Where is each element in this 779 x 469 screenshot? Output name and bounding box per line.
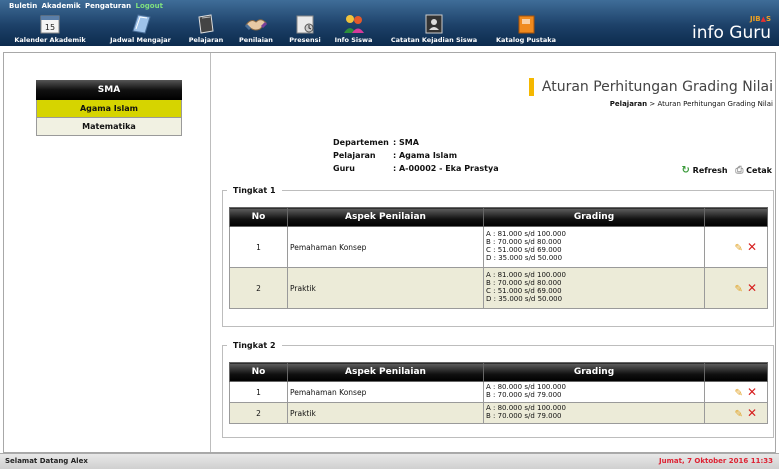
welcome-text: Selamat Datang Alex [5,457,88,465]
breadcrumb: Pelajaran > Aturan Perhitungan Grading N… [610,100,773,108]
handshake-icon [234,13,278,34]
col-actions [704,207,768,227]
table-row: 2 Praktik A : 80.000 s/d 100.000 B : 70.… [229,402,768,424]
table-row: 1 Pemahaman Konsep A : 81.000 s/d 100.00… [229,226,768,268]
col-no: No [229,207,288,227]
status-bar: Selamat Datang Alex Jumat, 7 Oktober 201… [0,453,779,469]
breadcrumb-current: Aturan Perhitungan Grading Nilai [657,100,773,108]
departemen-value: : SMA [393,138,419,147]
nav-katalog-pustaka[interactable]: Katalog Pustaka [490,13,562,46]
students-icon [331,13,376,34]
guru-label: Guru [333,164,355,173]
table-header: No Aspek Penilaian Grading [229,207,768,227]
book-icon [184,13,228,34]
grading-cell: A : 80.000 s/d 100.000 B : 70.000 s/d 79… [483,381,705,403]
guru-value: : A-00002 - Eka Prastya [393,164,499,173]
table-header: No Aspek Penilaian Grading [229,362,768,382]
delete-icon[interactable]: ✕ [747,385,757,399]
grading-cell: A : 81.000 s/d 100.000 B : 70.000 s/d 80… [483,226,705,268]
delete-icon[interactable]: ✕ [747,240,757,254]
edit-icon[interactable]: ✎ [735,243,743,254]
app-header: Buletin Akademik Pengaturan Logout 15 Ka… [0,0,779,46]
grading-table-1: No Aspek Penilaian Grading 1 Pemahaman K… [229,207,768,309]
departemen-label: Departemen [333,138,389,147]
edit-icon[interactable]: ✎ [735,388,743,399]
nav-info-siswa[interactable]: Info Siswa [331,13,376,46]
tingkat-2-section: Tingkat 2 No Aspek Penilaian Grading 1 P… [222,341,774,438]
nav-pelajaran[interactable]: Pelajaran [184,13,228,46]
delete-icon[interactable]: ✕ [747,406,757,420]
nav-penilaian[interactable]: Penilaian [234,13,278,46]
grading-cell: A : 81.000 s/d 100.000 B : 70.000 s/d 80… [483,267,705,309]
pelajaran-label: Pelajaran [333,151,376,160]
subject-menu: SMA Agama Islam Matematika [36,80,182,136]
main-frame: SMA Agama Islam Matematika Aturan Perhit… [3,52,776,453]
action-links: ↻ Refresh ⎙ Cetak [676,165,772,176]
nav-jadwal-mengajar[interactable]: Jadwal Mengajar [102,13,179,46]
date-time: Jumat, 7 Oktober 2016 11:33 [659,457,773,465]
delete-icon[interactable]: ✕ [747,281,757,295]
subject-info: Departemen : SMA Pelajaran : Agama Islam G… [333,136,499,175]
col-no: No [229,362,288,382]
refresh-icon: ↻ [681,165,690,176]
content-area: Aturan Perhitungan Grading Nilai Pelajar… [212,53,775,452]
notes-icon [384,13,484,34]
nav-presensi[interactable]: Presensi [284,13,326,46]
svg-text:15: 15 [45,23,55,32]
attendance-icon [284,13,326,34]
col-actions [704,362,768,382]
logo-jibas: JIB▲S [750,15,771,23]
table-row: 2 Praktik A : 81.000 s/d 100.000 B : 70.… [229,267,768,309]
breadcrumb-separator: > [649,100,656,108]
col-aspek: Aspek Penilaian [287,362,484,382]
tingkat-1-section: Tingkat 1 No Aspek Penilaian Grading 1 P… [222,186,774,327]
top-menu: Buletin Akademik Pengaturan Logout [9,2,165,10]
nav-catatan-kejadian-siswa[interactable]: Catatan Kejadian Siswa [384,13,484,46]
cetak-button[interactable]: ⎙ Cetak [735,165,772,176]
pelajaran-value: : Agama Islam [393,151,458,160]
menu-pengaturan[interactable]: Pengaturan [85,2,131,10]
col-grading: Grading [483,207,705,227]
table-row: 1 Pemahaman Konsep A : 80.000 s/d 100.00… [229,381,768,403]
nav-kalender-akademik[interactable]: 15 Kalender Akademik [5,13,95,46]
print-icon: ⎙ [735,165,744,176]
col-aspek: Aspek Penilaian [287,207,484,227]
tingkat-2-title: Tingkat 2 [233,341,276,350]
edit-icon[interactable]: ✎ [735,409,743,420]
department-header: SMA [36,80,182,100]
grading-table-2: No Aspek Penilaian Grading 1 Pemahaman K… [229,362,768,424]
grading-cell: A : 80.000 s/d 100.000 B : 70.000 s/d 79… [483,402,705,424]
sidebar-item-agama-islam[interactable]: Agama Islam [36,100,182,118]
breadcrumb-pelajaran[interactable]: Pelajaran [610,100,647,108]
page-title: Aturan Perhitungan Grading Nilai [528,78,773,96]
edit-icon[interactable]: ✎ [735,284,743,295]
tingkat-1-title: Tingkat 1 [233,186,276,195]
calendar-icon: 15 [5,13,95,34]
menu-buletin[interactable]: Buletin [9,2,37,10]
logo-text: info Guru [692,23,771,43]
schedule-icon [102,13,179,34]
sidebar: SMA Agama Islam Matematika [4,53,211,452]
menu-akademik[interactable]: Akademik [42,2,81,10]
sidebar-item-matematika[interactable]: Matematika [36,118,182,136]
logout-link[interactable]: Logout [136,2,163,10]
col-grading: Grading [483,362,705,382]
refresh-button[interactable]: ↻ Refresh [681,165,727,176]
app-logo: JIB▲S info Guru [692,15,771,43]
library-icon [490,13,562,34]
